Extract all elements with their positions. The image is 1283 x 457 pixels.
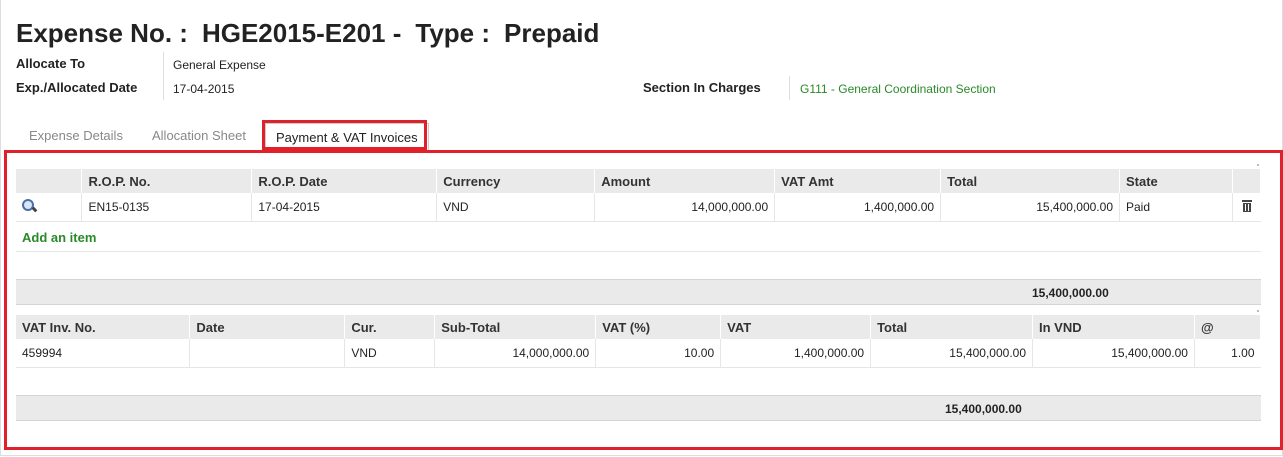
- expense-number: HGE2015-E201 -: [201, 18, 402, 48]
- allocate-to-value: General Expense: [173, 58, 266, 72]
- field-divider: [163, 52, 164, 100]
- section-divider: [789, 76, 790, 100]
- type-value: Prepaid: [504, 18, 600, 48]
- tab-expense-details[interactable]: Expense Details: [29, 122, 123, 150]
- section-label: Section In Charges: [643, 80, 761, 95]
- date-value: 17-04-2015: [173, 82, 235, 96]
- section-link[interactable]: G111 - General Coordination Section: [800, 82, 996, 96]
- highlight-content-box: [4, 150, 1283, 450]
- highlight-tab-box: [262, 120, 427, 150]
- tab-allocation-sheet[interactable]: Allocation Sheet: [152, 122, 246, 150]
- allocate-to-label: Allocate To: [16, 56, 86, 71]
- date-label: Exp./Allocated Date: [16, 80, 138, 95]
- page-title: Expense No. : HGE2015-E201 - Type : Prepaid: [16, 18, 613, 49]
- type-label: Type :: [415, 18, 491, 48]
- expense-label: Expense No. :: [16, 18, 188, 48]
